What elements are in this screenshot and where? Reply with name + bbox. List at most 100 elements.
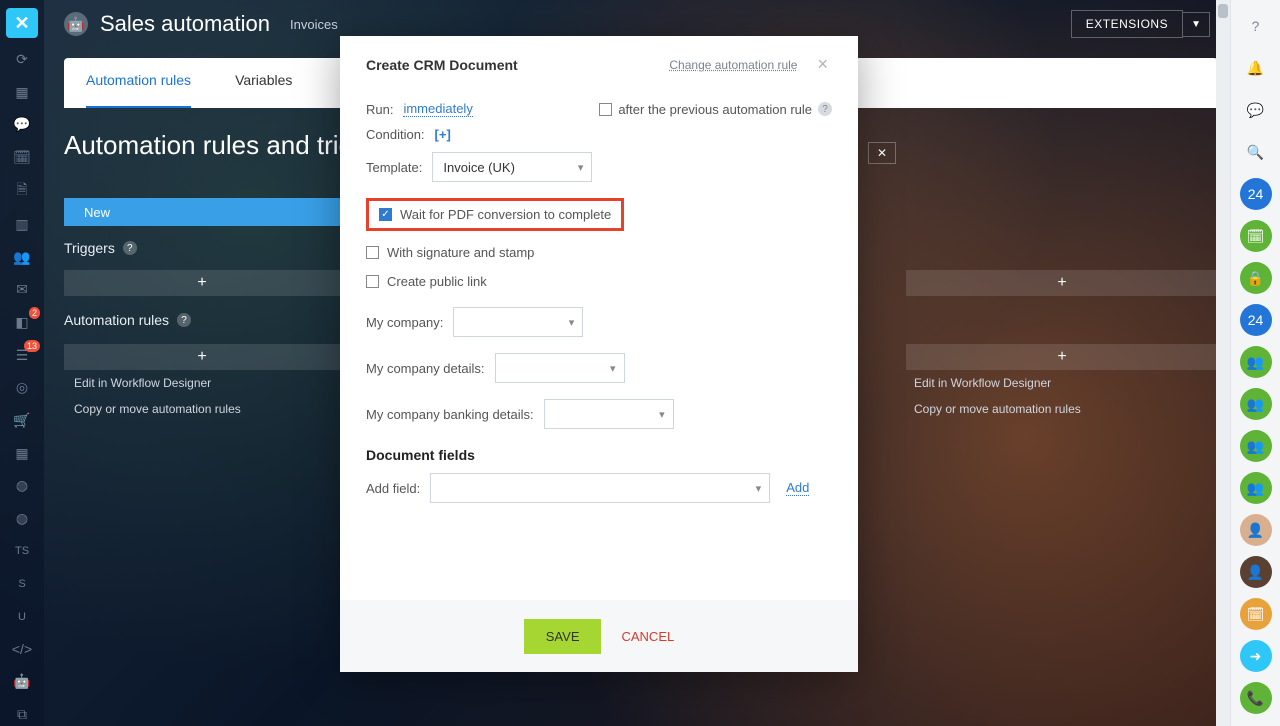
modal-body: Run: immediately after the previous auto…	[340, 85, 858, 523]
add-field-button[interactable]: Add	[786, 480, 809, 496]
avatar[interactable]: 👤	[1240, 556, 1272, 588]
highlighted-option: ✓ Wait for PDF conversion to complete	[366, 198, 624, 231]
tab-automation-rules[interactable]: Automation rules	[64, 58, 213, 108]
add-trigger-button[interactable]: +	[906, 270, 1218, 296]
section-automation-rules: Automation rules ?	[64, 312, 191, 328]
rail-icon[interactable]: ◍	[10, 507, 34, 530]
extensions-button[interactable]: EXTENSIONS	[1071, 10, 1183, 38]
b24-icon[interactable]: 24	[1240, 178, 1272, 210]
run-label: Run:	[366, 102, 393, 117]
public-link-label: Create public link	[387, 274, 487, 289]
after-previous-checkbox[interactable]	[599, 103, 612, 116]
help-icon[interactable]: ?	[1240, 10, 1272, 42]
extensions-dropdown[interactable]: ▼	[1183, 12, 1210, 37]
add-condition-link[interactable]: [+]	[435, 127, 451, 142]
rail-icon[interactable]: 🤖	[10, 671, 34, 694]
group-icon[interactable]: 👥	[1240, 472, 1272, 504]
calendar-icon[interactable]: 🗓	[1240, 220, 1272, 252]
modal-footer: SAVE CANCEL	[340, 600, 858, 672]
left-nav-rail: ✕ ⟳ ▦ 💬 🗓 🗎 ▥ 👥 ✉ ◧2 ☰13 ◎ 🛒 ▦ ◍ ◍ TS S …	[0, 0, 44, 726]
rail-icon[interactable]: ☰13	[10, 344, 34, 367]
signature-checkbox[interactable]	[366, 246, 379, 259]
edit-workflow-link[interactable]: Edit in Workflow Designer	[74, 376, 211, 390]
close-panel-button[interactable]: ✕	[6, 8, 38, 38]
b24-icon[interactable]: 24	[1240, 304, 1272, 336]
rail-icon[interactable]: ⧉	[10, 703, 34, 726]
add-rule-button[interactable]: +	[906, 344, 1218, 370]
add-trigger-button[interactable]: +	[64, 270, 340, 296]
breadcrumb[interactable]: Invoices	[290, 17, 338, 32]
rail-item-ts[interactable]: TS	[10, 540, 34, 563]
calendar-icon[interactable]: 🗓	[1240, 598, 1272, 630]
help-icon[interactable]: ?	[818, 102, 832, 116]
rail-icon[interactable]: 🗓	[10, 146, 34, 169]
badge: 2	[29, 307, 40, 319]
help-icon[interactable]: ?	[123, 241, 137, 255]
my-company-label: My company:	[366, 315, 443, 330]
cancel-button[interactable]: CANCEL	[621, 629, 674, 644]
copy-move-link[interactable]: Copy or move automation rules	[74, 402, 241, 416]
section-triggers: Triggers ?	[64, 240, 137, 256]
rail-icon[interactable]: 🗎	[10, 179, 34, 203]
rail-icon[interactable]: ◎	[10, 376, 34, 399]
chat-icon[interactable]: 💬	[1240, 94, 1272, 126]
wait-pdf-checkbox[interactable]: ✓	[379, 208, 392, 221]
bell-icon[interactable]: 🔔	[1240, 52, 1272, 84]
modal-header: Create CRM Document Change automation ru…	[340, 36, 858, 85]
help-icon[interactable]: ?	[177, 313, 191, 327]
stage-new[interactable]: New	[64, 198, 340, 226]
banking-details-label: My company banking details:	[366, 407, 534, 422]
document-fields-heading: Document fields	[366, 447, 832, 463]
modal-title: Create CRM Document	[366, 57, 518, 73]
rail-icon[interactable]: 👥	[10, 246, 34, 269]
change-rule-link[interactable]: Change automation rule	[669, 58, 797, 72]
save-button[interactable]: SAVE	[524, 619, 602, 654]
rail-icon[interactable]: 🛒	[10, 409, 34, 432]
group-icon[interactable]: 👥	[1240, 388, 1272, 420]
rail-icon[interactable]: </>	[10, 638, 34, 661]
create-document-modal: Create CRM Document Change automation ru…	[340, 36, 858, 672]
close-icon[interactable]: ✕	[868, 142, 896, 164]
group-icon[interactable]: 👥	[1240, 346, 1272, 378]
rail-icon[interactable]: ◍	[10, 475, 34, 498]
company-details-select[interactable]	[495, 353, 625, 383]
rail-item-s[interactable]: S	[10, 573, 34, 596]
app-icon: 🤖	[64, 12, 88, 36]
add-rule-button[interactable]: +	[64, 344, 340, 370]
company-details-label: My company details:	[366, 361, 485, 376]
rail-icon[interactable]: ▦	[10, 81, 34, 104]
rail-item-u[interactable]: U	[10, 605, 34, 628]
after-previous-label: after the previous automation rule	[618, 102, 812, 117]
rail-icon[interactable]: ▦	[10, 442, 34, 465]
template-label: Template:	[366, 160, 422, 175]
rail-icon[interactable]: ✉	[10, 278, 34, 301]
add-field-select[interactable]	[430, 473, 770, 503]
copy-move-link[interactable]: Copy or move automation rules	[914, 402, 1081, 416]
template-select[interactable]: Invoice (UK)	[432, 152, 592, 182]
lock-icon[interactable]: 🔒	[1240, 262, 1272, 294]
add-field-label: Add field:	[366, 481, 420, 496]
page-app-title: Sales automation	[100, 11, 270, 37]
wait-pdf-label: Wait for PDF conversion to complete	[400, 207, 611, 222]
scrollbar-track[interactable]	[1216, 0, 1230, 726]
my-company-select[interactable]	[453, 307, 583, 337]
tab-variables[interactable]: Variables	[213, 58, 314, 108]
arrow-icon[interactable]: ➜	[1240, 640, 1272, 672]
public-link-checkbox[interactable]	[366, 275, 379, 288]
run-value-link[interactable]: immediately	[403, 101, 472, 117]
rail-icon[interactable]: ⟳	[10, 48, 34, 71]
scrollbar-thumb[interactable]	[1218, 4, 1228, 18]
signature-label: With signature and stamp	[387, 245, 534, 260]
close-icon[interactable]: ×	[813, 54, 832, 75]
banking-details-select[interactable]	[544, 399, 674, 429]
rail-icon[interactable]: ◧2	[10, 311, 34, 334]
rail-icon[interactable]: 💬	[10, 114, 34, 137]
right-rail: ? 🔔 💬 🔍 24 🗓 🔒 24 👥 👥 👥 👥 👤 👤 🗓 ➜ 📞	[1230, 0, 1280, 726]
group-icon[interactable]: 👥	[1240, 430, 1272, 462]
phone-icon[interactable]: 📞	[1240, 682, 1272, 714]
edit-workflow-link[interactable]: Edit in Workflow Designer	[914, 376, 1051, 390]
avatar[interactable]: 👤	[1240, 514, 1272, 546]
rail-icon[interactable]: ▥	[10, 213, 34, 236]
search-icon[interactable]: 🔍	[1240, 136, 1272, 168]
condition-label: Condition:	[366, 127, 425, 142]
